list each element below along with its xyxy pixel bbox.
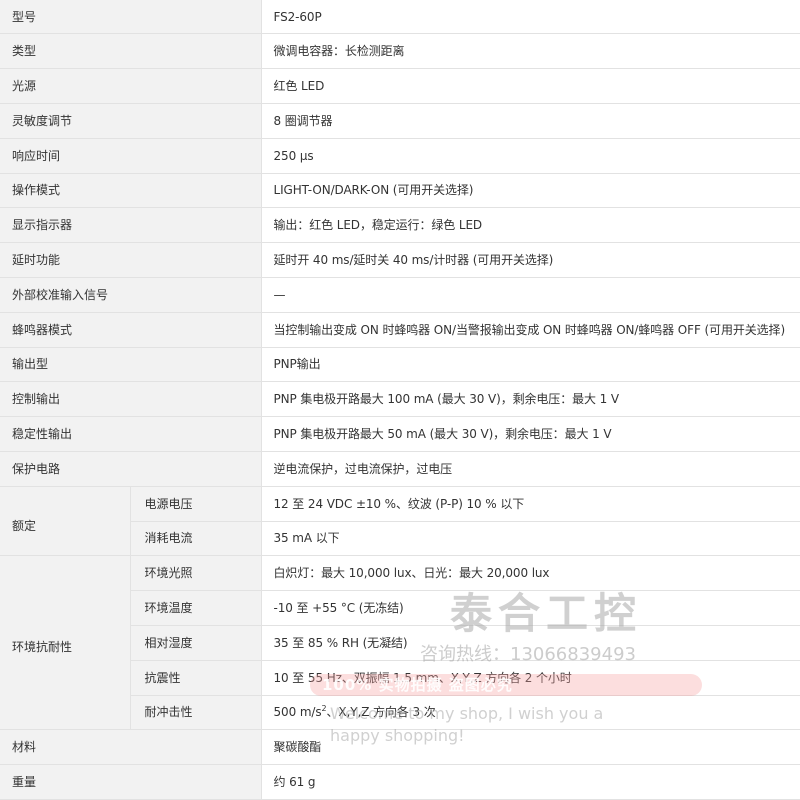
row-value-timer: 延时开 40 ms/延时关 40 ms/计时器 (可用开关选择) xyxy=(261,242,800,278)
table-row: 控制输出 PNP 集电极开路最大 100 mA (最大 30 V)，剩余电压：最… xyxy=(0,381,800,418)
row-value-type: 微调电容器：长检测距离 xyxy=(261,33,800,70)
group-label-environment: 环境抗耐性 xyxy=(0,555,131,731)
row-label-shock: 耐冲击性 xyxy=(130,695,262,731)
table-row: 显示指示器 输出：红色 LED，稳定运行：绿色 LED xyxy=(0,207,800,244)
row-value-sensitivity: 8 圈调节器 xyxy=(261,103,800,139)
table-row: 材料 聚碳酸酯 xyxy=(0,729,800,766)
row-label-indicator: 显示指示器 xyxy=(0,207,262,244)
table-row: 操作模式 LIGHT-ON/DARK-ON (可用开关选择) xyxy=(0,173,800,209)
row-value-weight: 约 61 g xyxy=(261,764,800,800)
row-label-light-source: 光源 xyxy=(0,68,262,104)
row-label-external-input: 外部校准输入信号 xyxy=(0,277,262,313)
row-label-current-consumption: 消耗电流 xyxy=(130,521,262,557)
row-label-ambient-light: 环境光照 xyxy=(130,555,262,592)
table-row: 环境抗耐性 环境光照 白炽灯：最大 10,000 lux、日光：最大 20,00… xyxy=(0,555,800,731)
row-value-relative-humidity: 35 至 85 % RH (无凝结) xyxy=(261,625,800,661)
table-row: 外部校准输入信号 — xyxy=(0,277,800,313)
row-value-output-type: PNP输出 xyxy=(261,347,800,383)
table-row: 型号 FS2-60P xyxy=(0,0,800,35)
table-row: 延时功能 延时开 40 ms/延时关 40 ms/计时器 (可用开关选择) xyxy=(0,242,800,278)
row-label-buzzer-mode: 蜂鸣器模式 xyxy=(0,312,262,348)
row-value-stability-output: PNP 集电极开路最大 50 mA (最大 30 V)，剩余电压：最大 1 V xyxy=(261,416,800,452)
row-label-protection: 保护电路 xyxy=(0,451,262,487)
row-value-shock: 500 m/s2、X,Y,Z 方向各 3 次 xyxy=(261,695,800,731)
table-row: 重量 约 61 g xyxy=(0,764,800,800)
row-value-response-time: 250 μs xyxy=(261,138,800,174)
row-label-response-time: 响应时间 xyxy=(0,138,262,174)
table-row: 响应时间 250 μs xyxy=(0,138,800,174)
row-label-control-output: 控制输出 xyxy=(0,381,262,418)
row-value-vibration: 10 至 55 Hz、双振幅 1.5 mm、X,Y,Z 方向各 2 个小时 xyxy=(261,660,800,696)
row-value-ambient-temperature: -10 至 +55 °C (无冻结) xyxy=(261,590,800,626)
row-value-indicator: 输出：红色 LED，稳定运行：绿色 LED xyxy=(261,207,800,244)
spec-table: 型号 FS2-60P 类型 微调电容器：长检测距离 光源 红色 LED 灵敏度调… xyxy=(0,0,800,800)
row-label-vibration: 抗震性 xyxy=(130,660,262,696)
row-value-material: 聚碳酸酯 xyxy=(261,729,800,766)
row-label-weight: 重量 xyxy=(0,764,262,800)
row-value-external-input: — xyxy=(261,277,800,313)
row-label-operation-mode: 操作模式 xyxy=(0,173,262,209)
row-value-current-consumption: 35 mA 以下 xyxy=(261,521,800,557)
row-label-supply-voltage: 电源电压 xyxy=(130,486,262,522)
row-label-timer: 延时功能 xyxy=(0,242,262,278)
group-label-rated: 额定 xyxy=(0,486,131,557)
table-row: 保护电路 逆电流保护，过电流保护，过电压 xyxy=(0,451,800,487)
row-label-relative-humidity: 相对湿度 xyxy=(130,625,262,661)
row-label-stability-output: 稳定性输出 xyxy=(0,416,262,452)
table-row: 蜂鸣器模式 当控制输出变成 ON 时蜂鸣器 ON/当警报输出变成 ON 时蜂鸣器… xyxy=(0,312,800,348)
row-label-sensitivity: 灵敏度调节 xyxy=(0,103,262,139)
shock-value-prefix: 500 m/s xyxy=(273,705,322,720)
table-row: 额定 电源电压 12 至 24 VDC ±10 %、纹波 (P-P) 10 % … xyxy=(0,486,800,557)
table-row: 输出型 PNP输出 xyxy=(0,347,800,383)
row-value-ambient-light: 白炽灯：最大 10,000 lux、日光：最大 20,000 lux xyxy=(261,555,800,592)
row-label-material: 材料 xyxy=(0,729,262,766)
row-value-supply-voltage: 12 至 24 VDC ±10 %、纹波 (P-P) 10 % 以下 xyxy=(261,486,800,522)
shock-value-suffix: 、X,Y,Z 方向各 3 次 xyxy=(326,705,436,720)
row-value-operation-mode: LIGHT-ON/DARK-ON (可用开关选择) xyxy=(261,173,800,209)
row-value-model: FS2-60P xyxy=(261,0,800,35)
row-value-control-output: PNP 集电极开路最大 100 mA (最大 30 V)，剩余电压：最大 1 V xyxy=(261,381,800,418)
row-label-ambient-temperature: 环境温度 xyxy=(130,590,262,626)
row-value-protection: 逆电流保护，过电流保护，过电压 xyxy=(261,451,800,487)
table-row: 稳定性输出 PNP 集电极开路最大 50 mA (最大 30 V)，剩余电压：最… xyxy=(0,416,800,452)
row-label-output-type: 输出型 xyxy=(0,347,262,383)
table-row: 类型 微调电容器：长检测距离 xyxy=(0,33,800,70)
row-value-light-source: 红色 LED xyxy=(261,68,800,104)
row-label-model: 型号 xyxy=(0,0,262,35)
table-row: 光源 红色 LED xyxy=(0,68,800,104)
table-row: 灵敏度调节 8 圈调节器 xyxy=(0,103,800,139)
row-value-buzzer-mode: 当控制输出变成 ON 时蜂鸣器 ON/当警报输出变成 ON 时蜂鸣器 ON/蜂鸣… xyxy=(261,312,800,348)
row-label-type: 类型 xyxy=(0,33,262,70)
